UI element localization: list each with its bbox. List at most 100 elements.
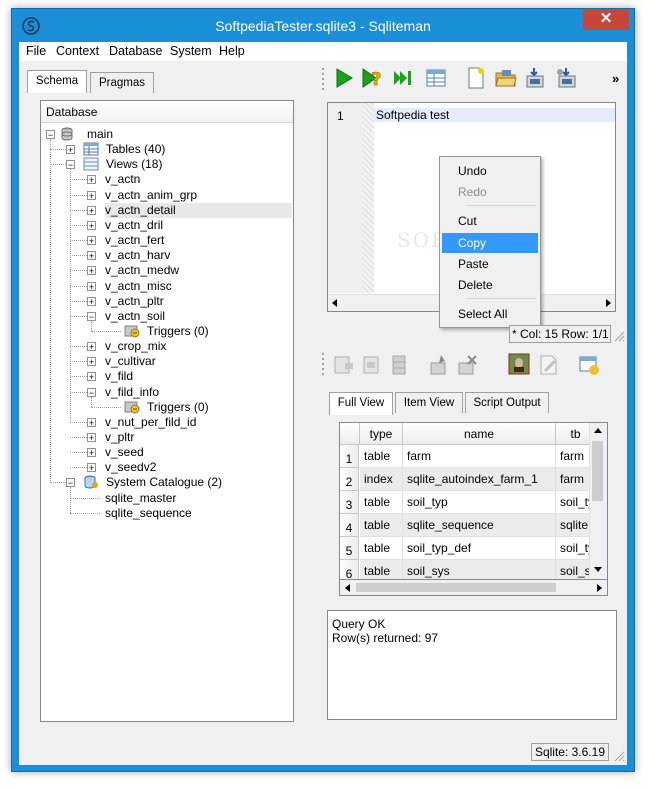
tab-pragmas[interactable]: Pragmas	[90, 72, 154, 93]
expander-view[interactable]: +	[87, 372, 96, 382]
expander-view[interactable]: −	[87, 387, 96, 397]
table-cell[interactable]: soil_sys	[403, 560, 556, 579]
tree-item-view[interactable]: v_crop_mix	[105, 339, 166, 354]
tree-item-view[interactable]: v_actn_medw	[105, 263, 179, 278]
tree-item-main[interactable]: main	[87, 127, 113, 142]
new-file-icon[interactable]	[464, 66, 488, 90]
tree-item-view[interactable]: v_fild	[105, 369, 133, 384]
tab-schema[interactable]: Schema	[27, 70, 87, 93]
expander-view[interactable]: +	[87, 220, 96, 230]
table-cell[interactable]: sqlite_sequence	[403, 514, 556, 537]
column-header-name[interactable]: name	[403, 423, 556, 445]
expander-tables[interactable]: +	[66, 145, 75, 155]
blob-edit-icon[interactable]	[537, 353, 561, 377]
tree-item-view[interactable]: v_nut_per_fild_id	[105, 415, 196, 430]
expander-view[interactable]: +	[87, 296, 96, 306]
row-header[interactable]: 5	[340, 537, 359, 560]
tree-item-view[interactable]: v_actn_soil	[105, 309, 165, 324]
table-cell[interactable]: table	[360, 491, 403, 514]
expander-view[interactable]: +	[87, 433, 96, 443]
tree-item-views[interactable]: Views (18)	[106, 157, 162, 172]
grid-horizontal-scrollbar[interactable]	[339, 580, 608, 596]
expander-view[interactable]: +	[87, 357, 96, 367]
tab-script-output[interactable]: Script Output	[465, 392, 549, 413]
tree-item-system-catalogue[interactable]: System Catalogue (2)	[106, 475, 222, 490]
tree-item-view[interactable]: v_actn_pltr	[105, 294, 164, 309]
save-file-icon[interactable]	[524, 66, 548, 90]
insert-row-icon[interactable]	[331, 353, 355, 377]
scroll-thumb[interactable]	[592, 441, 603, 501]
tree-header[interactable]: Database	[41, 101, 293, 123]
row-header[interactable]: 3	[340, 491, 359, 514]
scroll-up-icon[interactable]	[593, 426, 603, 436]
context-menu-select-all[interactable]: Select All	[442, 304, 538, 324]
resize-grip-icon[interactable]	[613, 330, 625, 342]
scroll-right-icon[interactable]	[603, 298, 613, 308]
tree-item-system-table[interactable]: sqlite_sequence	[105, 506, 192, 521]
scroll-thumb[interactable]	[356, 583, 556, 592]
result-grid[interactable]: type name tb 1 table farm farm 2 index sqlite_…	[339, 422, 608, 580]
grid-vertical-scrollbar[interactable]	[589, 423, 607, 579]
expander-view[interactable]: +	[87, 266, 96, 276]
context-menu-cut[interactable]: Cut	[442, 211, 538, 231]
row-header[interactable]: 2	[340, 468, 359, 491]
table-cell[interactable]: farm	[403, 445, 556, 468]
tree-item-view[interactable]: v_seedv2	[105, 460, 156, 475]
table-cell[interactable]: index	[360, 468, 403, 491]
table-cell[interactable]: table	[360, 560, 403, 579]
explain-query-icon[interactable]: ?	[360, 66, 384, 90]
tree-item-view[interactable]: v_pltr	[105, 430, 134, 445]
rollback-icon[interactable]	[455, 353, 479, 377]
context-menu-paste[interactable]: Paste	[442, 254, 538, 274]
menu-system[interactable]: System	[170, 44, 212, 58]
commit-icon[interactable]	[427, 353, 451, 377]
grid-corner[interactable]	[340, 423, 360, 445]
expander-view[interactable]: +	[87, 236, 96, 246]
window-resize-grip-icon[interactable]	[613, 750, 625, 762]
tree-item-view[interactable]: v_actn_anim_grp	[105, 188, 197, 203]
row-header[interactable]: 6	[340, 560, 359, 579]
duplicate-row-icon[interactable]	[359, 353, 383, 377]
expander-view[interactable]: +	[87, 175, 96, 185]
save-as-file-icon[interactable]	[554, 66, 578, 90]
tree-item-tables[interactable]: Tables (40)	[106, 142, 165, 157]
tree-item-view[interactable]: v_actn	[105, 172, 140, 187]
expander-view[interactable]: +	[87, 251, 96, 261]
open-file-icon[interactable]	[494, 66, 518, 90]
table-cell[interactable]: table	[360, 537, 403, 560]
tree-item-view[interactable]: v_actn_harv	[105, 248, 170, 263]
context-menu-copy[interactable]: Copy	[442, 233, 538, 253]
scroll-down-icon[interactable]	[593, 564, 603, 574]
scroll-left-icon[interactable]	[343, 583, 353, 593]
tree-item-view[interactable]: v_seed	[105, 445, 144, 460]
toolbar-overflow-button[interactable]: »	[612, 71, 619, 86]
expander-view[interactable]: +	[87, 281, 96, 291]
title-bar[interactable]: SoftpediaTester.sqlite3 - Sqliteman ✕	[12, 9, 634, 42]
expander-view[interactable]: −	[87, 311, 96, 321]
context-menu-delete[interactable]: Delete	[442, 275, 538, 295]
table-cell[interactable]: sqlite_autoindex_farm_1	[403, 468, 556, 491]
table-cell[interactable]: soil_typ	[403, 491, 556, 514]
row-header[interactable]: 1	[340, 445, 359, 468]
table-cell[interactable]: table	[360, 445, 403, 468]
expander-main[interactable]: −	[46, 130, 55, 140]
tree-item-triggers[interactable]: Triggers (0)	[147, 324, 209, 339]
scroll-left-icon[interactable]	[330, 298, 340, 308]
delete-row-icon[interactable]	[387, 353, 411, 377]
tree-item-system-table[interactable]: sqlite_master	[105, 491, 176, 506]
run-script-icon[interactable]	[392, 66, 416, 90]
query-output-panel[interactable]: Query OK Row(s) returned: 97	[327, 610, 617, 720]
export-data-icon[interactable]	[577, 353, 601, 377]
expander-view[interactable]: +	[87, 342, 96, 352]
tree-item-view[interactable]: v_cultivar	[105, 354, 156, 369]
expander-view[interactable]: +	[87, 190, 96, 200]
table-view-icon[interactable]	[424, 66, 448, 90]
column-header-type[interactable]: type	[360, 423, 403, 445]
tree-item-view[interactable]: v_fild_info	[105, 385, 159, 400]
menu-database[interactable]: Database	[109, 44, 163, 58]
tree-item-view[interactable]: v_actn_dril	[105, 218, 163, 233]
menu-file[interactable]: File	[26, 44, 46, 58]
tree-item-view[interactable]: v_actn_misc	[105, 279, 172, 294]
image-preview-icon[interactable]	[507, 352, 531, 376]
expander-system-catalogue[interactable]: −	[66, 478, 75, 488]
